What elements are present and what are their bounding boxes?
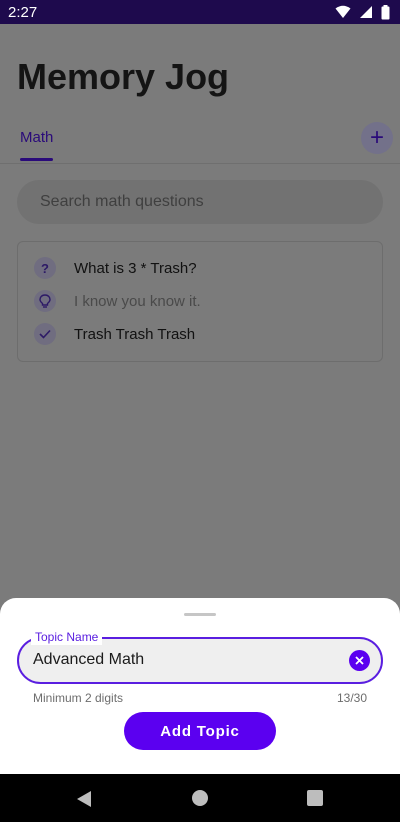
page-title: Memory Jog <box>17 56 230 97</box>
answer-row: Trash Trash Trash <box>34 322 195 346</box>
recents-icon[interactable] <box>307 790 323 806</box>
cellular-signal-icon <box>360 6 372 18</box>
tab-math[interactable]: Math <box>20 129 53 146</box>
hint-text: I know you know it. <box>74 292 201 310</box>
clear-icon <box>355 656 364 665</box>
clear-button[interactable] <box>349 650 370 671</box>
topic-name-label: Topic Name <box>31 629 103 645</box>
plus-icon: + <box>369 124 384 151</box>
status-bar: 2:27 <box>0 0 400 24</box>
hint-row: I know you know it. <box>34 289 201 313</box>
status-time: 2:27 <box>8 3 38 21</box>
add-topic-button[interactable]: + <box>361 122 393 154</box>
tab-indicator <box>20 158 53 161</box>
back-icon[interactable] <box>76 790 92 808</box>
answer-text: Trash Trash Trash <box>74 325 196 343</box>
question-row: ? What is 3 * Trash? <box>34 256 197 280</box>
add-topic-sheet: Topic Name Minimum 2 digits 13/30 Add To… <box>0 598 400 774</box>
tab-divider <box>0 163 400 164</box>
checkmark-icon <box>34 323 56 345</box>
lightbulb-icon <box>34 290 56 312</box>
battery-icon <box>381 4 390 19</box>
status-icons <box>335 4 390 20</box>
topic-name-input[interactable] <box>33 651 333 669</box>
navigation-bar <box>0 774 400 822</box>
tab-bar: Math + <box>0 122 400 164</box>
search-placeholder: Search math questions <box>40 193 204 210</box>
home-icon[interactable] <box>192 790 208 806</box>
question-text: What is 3 * Trash? <box>74 259 197 277</box>
topic-name-field[interactable]: Topic Name <box>17 629 383 684</box>
helper-text: Minimum 2 digits <box>33 691 124 705</box>
character-counter: 13/30 <box>336 691 367 705</box>
drag-handle[interactable] <box>184 613 216 616</box>
add-topic-submit-button[interactable]: Add Topic <box>124 712 276 750</box>
wifi-icon <box>335 5 351 18</box>
question-card[interactable]: ? What is 3 * Trash? I know you know it.… <box>17 241 383 362</box>
question-mark-icon: ? <box>34 257 56 279</box>
search-input[interactable]: Search math questions <box>17 180 383 224</box>
